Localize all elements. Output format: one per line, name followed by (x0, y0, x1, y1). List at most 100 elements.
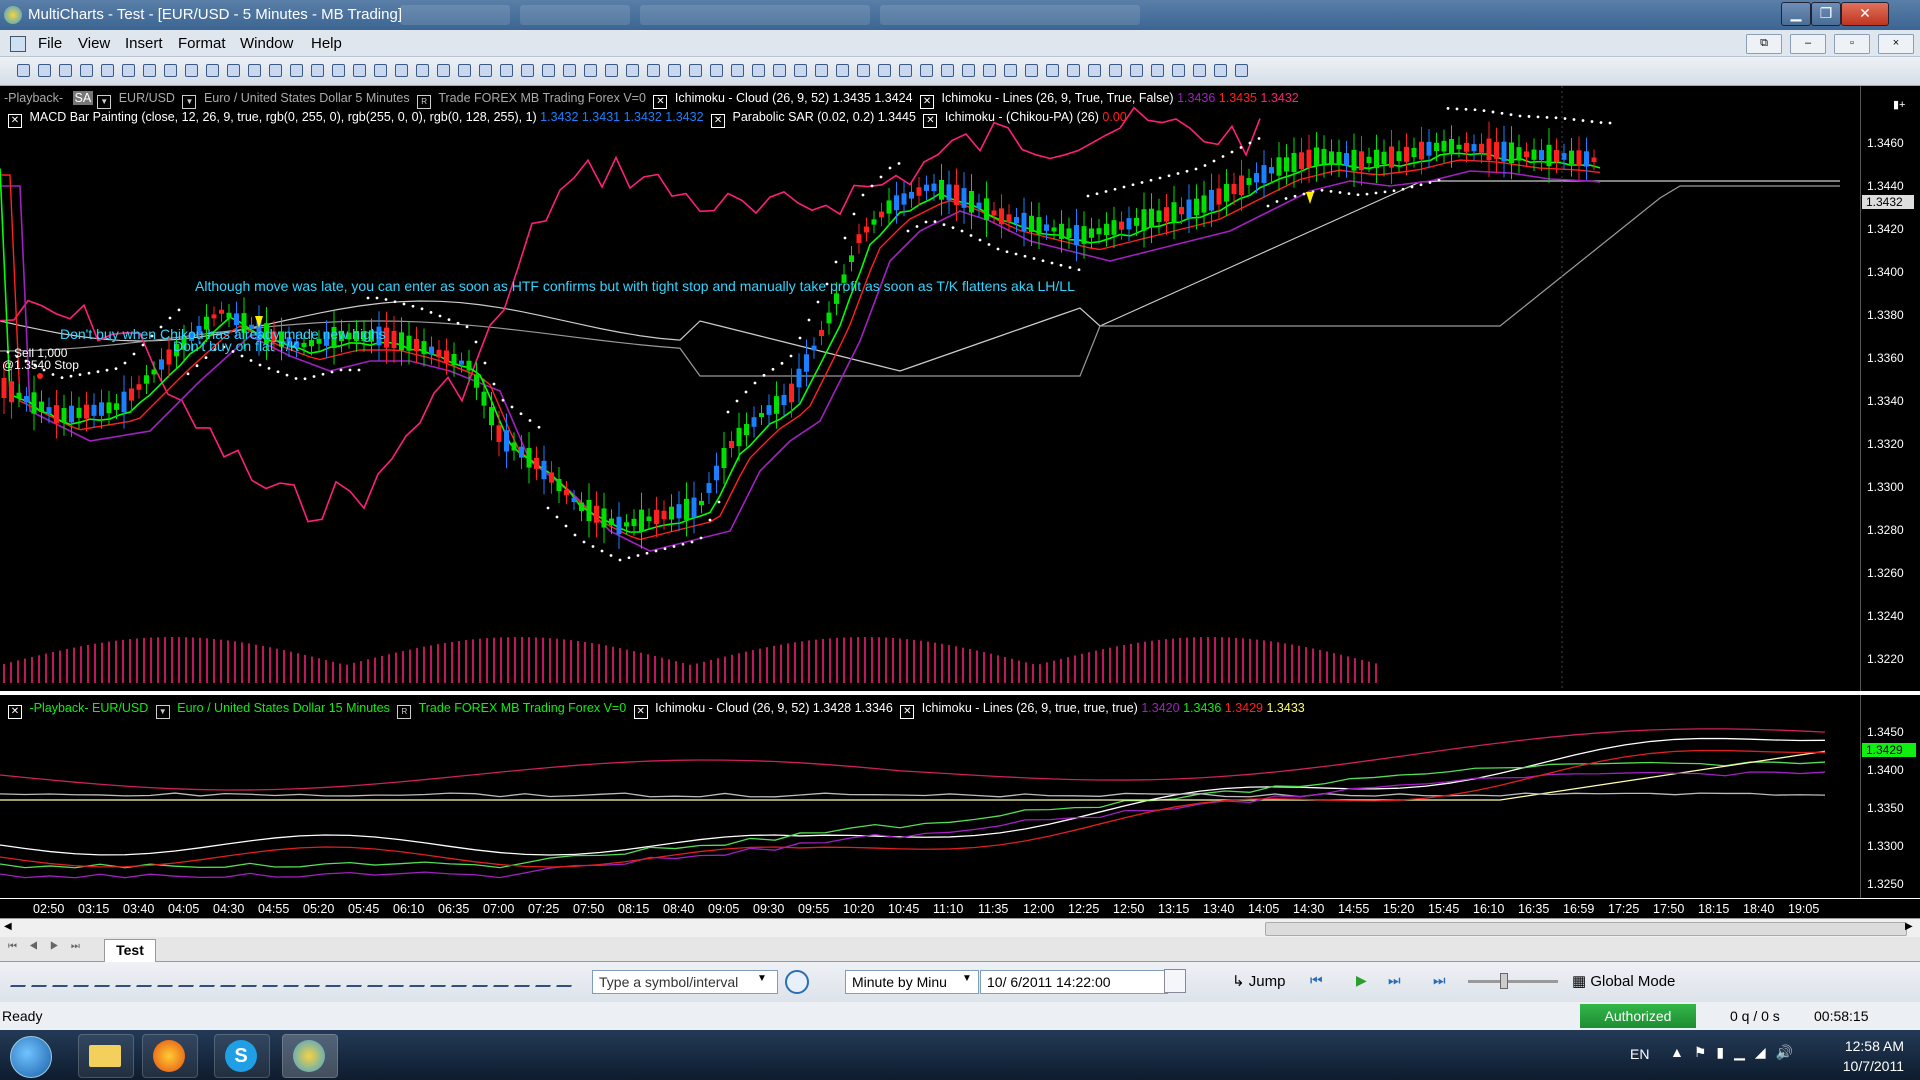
realtime-icon[interactable]: R (397, 705, 412, 719)
toolbar-tool-icon[interactable] (1190, 61, 1207, 79)
toolbar-tool-icon[interactable] (749, 61, 766, 79)
global-mode-button[interactable]: ▦ Global Mode (1572, 972, 1675, 990)
background-window-tab[interactable] (400, 5, 510, 25)
calendar-icon[interactable] (1164, 969, 1186, 993)
drawing-tool-icon[interactable] (451, 970, 474, 987)
toolbar-tool-icon[interactable] (329, 61, 346, 79)
drawing-tool-icon[interactable] (262, 970, 285, 987)
symbol-dropdown-icon[interactable]: ▼ (182, 95, 197, 109)
remove-study-icon[interactable]: ✕ (900, 705, 915, 719)
toolbar-tool-icon[interactable] (308, 61, 325, 79)
toolbar-tool-icon[interactable] (434, 61, 451, 79)
drawing-tool-icon[interactable] (388, 970, 411, 987)
toolbar-tool-icon[interactable] (623, 61, 640, 79)
pane-options-icon[interactable]: ▮+ (1893, 98, 1905, 111)
step-forward-icon[interactable]: ⏭ (1388, 972, 1401, 989)
stop-icon[interactable]: ⏭ (1433, 972, 1446, 989)
toolbar-tool-icon[interactable] (182, 61, 199, 79)
order-marker-price[interactable]: @1.3540 Stop (2, 358, 79, 372)
toolbar-tool-icon[interactable] (287, 61, 304, 79)
playback-speed-slider[interactable] (1468, 980, 1558, 983)
background-window-tab[interactable] (520, 5, 630, 25)
drawing-tool-icon[interactable] (430, 970, 453, 987)
toolbar-tool-icon[interactable] (14, 61, 31, 79)
toolbar-tool-icon[interactable] (959, 61, 976, 79)
chart-pane-5min[interactable] (0, 86, 1860, 691)
tab-test[interactable]: Test (104, 939, 156, 962)
step-back-icon[interactable]: ⏮ (1310, 972, 1323, 989)
toolbar-tool-icon[interactable] (707, 61, 724, 79)
study-ichimoku-cloud[interactable]: Ichimoku - Cloud (26, 9, 52) 1.3428 1.33… (655, 701, 893, 715)
toolbar-tool-icon[interactable] (1043, 61, 1060, 79)
chart-annotation[interactable]: Don't buy on flat T/K (173, 338, 299, 354)
toolbar-tool-icon[interactable] (161, 61, 178, 79)
toolbar-tool-icon[interactable] (938, 61, 955, 79)
chevron-down-icon[interactable]: ▼ (757, 973, 767, 984)
chart-pane-15min[interactable] (0, 695, 1860, 898)
remove-study-icon[interactable]: ✕ (633, 705, 648, 719)
remove-study-icon[interactable]: ✕ (711, 114, 726, 128)
taskbar-clock[interactable]: 12:58 AM (1828, 1038, 1904, 1054)
explorer-taskbar-icon[interactable] (78, 1034, 134, 1078)
close-button[interactable]: ✕ (1841, 2, 1889, 26)
language-indicator[interactable]: EN (1630, 1046, 1649, 1062)
study-ichimoku-cloud[interactable]: Ichimoku - Cloud (26, 9, 52) 1.3435 1.34… (675, 91, 913, 105)
tab-nav-icons[interactable]: ⏮◀▶⏭ (8, 941, 92, 952)
toolbar-tool-icon[interactable] (56, 61, 73, 79)
remove-study-icon[interactable]: ✕ (8, 705, 22, 719)
menu-help[interactable]: Help (311, 35, 342, 52)
toolbar-tool-icon[interactable] (602, 61, 619, 79)
maximize-button[interactable]: ❐ (1811, 2, 1841, 26)
taskbar-date[interactable]: 10/7/2011 (1828, 1058, 1904, 1074)
drawing-tool-icon[interactable] (220, 970, 243, 987)
toolbar-tool-icon[interactable] (1148, 61, 1165, 79)
mdi-minimize-button[interactable]: – (1790, 34, 1826, 54)
skype-taskbar-icon[interactable]: S (214, 1034, 270, 1078)
drawing-tool-icon[interactable] (556, 970, 579, 987)
study-macd-bar-painting[interactable]: MACD Bar Painting (close, 12, 26, 9, tru… (29, 110, 536, 124)
toolbar-tool-icon[interactable] (1001, 61, 1018, 79)
toolbar-tool-icon[interactable] (392, 61, 409, 79)
time-axis[interactable]: 02:50 03:15 03:40 04:05 04:30 04:55 05:20 05:45… (0, 898, 1920, 919)
price-axis-15min[interactable]: 1.3450 1.3400 1.3350 1.3300 1.3250 (1860, 695, 1920, 898)
toolbar-tool-icon[interactable] (539, 61, 556, 79)
symbol-interval-input[interactable]: Type a symbol/interval (592, 970, 778, 994)
toolbar-tool-icon[interactable] (1169, 61, 1186, 79)
toolbar-tool-icon[interactable] (413, 61, 430, 79)
background-window-tab[interactable] (880, 5, 1140, 25)
drawing-tool-icon[interactable] (136, 970, 159, 987)
chart-annotation[interactable]: Although move was late, you can enter as… (195, 278, 1075, 294)
toolbar-tool-icon[interactable] (455, 61, 472, 79)
firefox-taskbar-icon[interactable] (142, 1034, 198, 1078)
toolbar-tool-icon[interactable] (1211, 61, 1228, 79)
mdi-maximize-button[interactable]: ▫ (1834, 34, 1870, 54)
toolbar-tool-icon[interactable] (1064, 61, 1081, 79)
menu-format[interactable]: Format (178, 35, 226, 52)
drawing-tool-icon[interactable] (115, 970, 138, 987)
toolbar-tool-icon[interactable] (665, 61, 682, 79)
tray-icons[interactable]: ▲⚑▮▁◢🔊 (1670, 1044, 1803, 1061)
toolbar-tool-icon[interactable] (770, 61, 787, 79)
toolbar-tool-icon[interactable] (245, 61, 262, 79)
price-axis-5min[interactable]: 1.3460 1.3440 1.3420 1.3400 1.3380 1.3360 1.33… (1860, 86, 1920, 691)
realtime-icon[interactable]: R (417, 95, 432, 109)
toolbar-tool-icon[interactable] (119, 61, 136, 79)
toolbar-tool-icon[interactable] (1022, 61, 1039, 79)
mode-badge[interactable]: SA (72, 91, 94, 105)
scroll-left-icon[interactable]: ◀ (4, 921, 12, 932)
clock-icon[interactable] (785, 970, 809, 994)
toolbar-tool-icon[interactable] (35, 61, 52, 79)
toolbar-tool-icon[interactable] (980, 61, 997, 79)
toolbar-tool-icon[interactable] (203, 61, 220, 79)
toolbar-tool-icon[interactable] (98, 61, 115, 79)
toolbar-tool-icon[interactable] (581, 61, 598, 79)
play-icon[interactable]: ▶ (1356, 972, 1367, 989)
mdi-close-button[interactable]: × (1878, 34, 1914, 54)
drawing-tool-icon[interactable] (304, 970, 327, 987)
drawing-tool-icon[interactable] (493, 970, 516, 987)
toolbar-tool-icon[interactable] (476, 61, 493, 79)
background-window-tab[interactable] (640, 5, 870, 25)
menu-view[interactable]: View (78, 35, 110, 52)
menu-window[interactable]: Window (240, 35, 293, 52)
drawing-tool-icon[interactable] (283, 970, 306, 987)
